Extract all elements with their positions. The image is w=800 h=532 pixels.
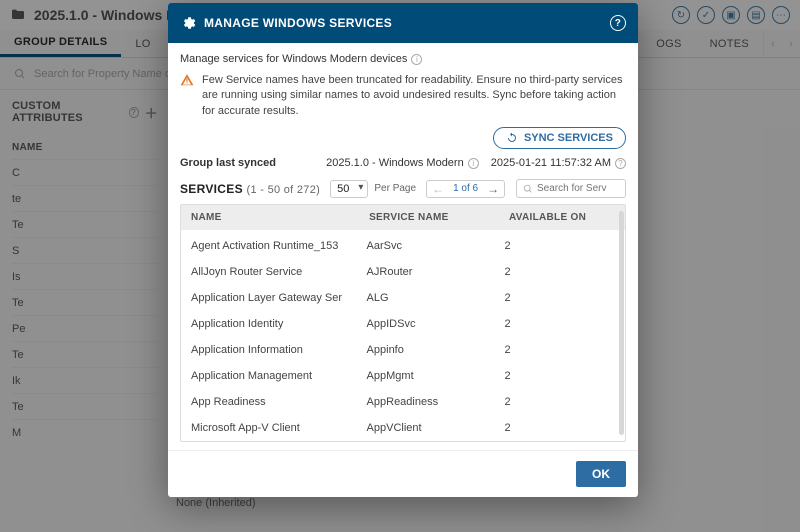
table-row[interactable]: Application Layer Gateway SerALG2 xyxy=(181,285,619,311)
cell-name: Application Management xyxy=(191,370,367,382)
per-page-label: Per Page xyxy=(374,183,416,194)
manage-services-modal: MANAGE WINDOWS SERVICES ? Manage service… xyxy=(168,3,638,497)
th-name[interactable]: NAME xyxy=(191,212,369,223)
cell-available: 2 xyxy=(504,266,609,278)
ts-info-icon[interactable]: ? xyxy=(615,158,626,169)
table-row[interactable]: Microsoft App-V ClientAppVClient2 xyxy=(181,415,619,441)
modal-title: MANAGE WINDOWS SERVICES xyxy=(204,16,602,30)
table-row[interactable]: Application InformationAppinfo2 xyxy=(181,337,619,363)
services-count: (1 - 50 of 272) xyxy=(247,184,321,196)
sync-button-label: SYNC SERVICES xyxy=(524,132,613,144)
cell-available: 2 xyxy=(504,396,609,408)
search-icon xyxy=(523,184,533,194)
cell-service: AarSvc xyxy=(367,240,505,252)
table-row[interactable]: Application IdentityAppIDSvc2 xyxy=(181,311,619,337)
per-page-select[interactable]: 50 xyxy=(330,180,368,198)
scrollbar[interactable] xyxy=(619,211,624,435)
cell-available: 2 xyxy=(504,344,609,356)
cell-service: Appinfo xyxy=(367,344,505,356)
pager: ← 1 of 6 → xyxy=(426,180,505,198)
table-row[interactable]: AllJoyn Router ServiceAJRouter2 xyxy=(181,259,619,285)
cell-name: Agent Activation Runtime_153 xyxy=(191,240,367,252)
cell-name: Application Information xyxy=(191,344,367,356)
cell-name: Microsoft App-V Client xyxy=(191,422,367,434)
cell-service: ALG xyxy=(367,292,505,304)
cell-name: Application Layer Gateway Ser xyxy=(191,292,367,304)
group-name: 2025.1.0 - Windows Modern xyxy=(326,157,464,169)
table-row[interactable]: Application ManagementAppMgmt2 xyxy=(181,363,619,389)
cell-available: 2 xyxy=(504,240,609,252)
last-synced-ts: 2025-01-21 11:57:32 AM xyxy=(491,157,611,169)
gear-icon xyxy=(180,15,196,31)
sync-services-button[interactable]: SYNC SERVICES xyxy=(493,127,626,149)
modal-intro: Manage services for Windows Modern devic… xyxy=(180,53,407,65)
cell-service: AppMgmt xyxy=(367,370,505,382)
cell-available: 2 xyxy=(504,370,609,382)
modal-warning-text: Few Service names have been truncated fo… xyxy=(202,73,626,119)
sync-icon xyxy=(506,132,518,144)
table-row[interactable]: App ReadinessAppReadiness2 xyxy=(181,389,619,415)
cell-name: App Readiness xyxy=(191,396,367,408)
th-available-on[interactable]: AVAILABLE ON xyxy=(509,212,615,223)
table-row[interactable]: Agent Activation Runtime_153AarSvc2 xyxy=(181,233,619,259)
pager-next[interactable]: → xyxy=(484,182,502,196)
modal-help-icon[interactable]: ? xyxy=(610,15,626,31)
group-info-icon[interactable]: i xyxy=(468,158,479,169)
pager-prev[interactable]: ← xyxy=(429,182,447,196)
cell-name: Application Identity xyxy=(191,318,367,330)
th-service-name[interactable]: SERVICE NAME xyxy=(369,212,509,223)
cell-service: AJRouter xyxy=(367,266,505,278)
cell-name: AllJoyn Router Service xyxy=(191,266,367,278)
cell-available: 2 xyxy=(504,292,609,304)
cell-available: 2 xyxy=(504,318,609,330)
cell-service: AppReadiness xyxy=(367,396,505,408)
pager-text: 1 of 6 xyxy=(449,183,482,194)
intro-info-icon[interactable]: i xyxy=(411,54,422,65)
cell-service: AppIDSvc xyxy=(367,318,505,330)
cell-service: AppVClient xyxy=(367,422,505,434)
services-table: NAME SERVICE NAME AVAILABLE ON Agent Act… xyxy=(180,204,626,442)
warning-icon xyxy=(180,73,194,119)
cell-available: 2 xyxy=(504,422,609,434)
services-search-input[interactable] xyxy=(537,183,607,194)
last-synced-label: Group last synced xyxy=(180,157,276,169)
ok-button[interactable]: OK xyxy=(576,461,626,487)
services-heading: SERVICES xyxy=(180,182,243,196)
services-search[interactable] xyxy=(516,179,626,198)
